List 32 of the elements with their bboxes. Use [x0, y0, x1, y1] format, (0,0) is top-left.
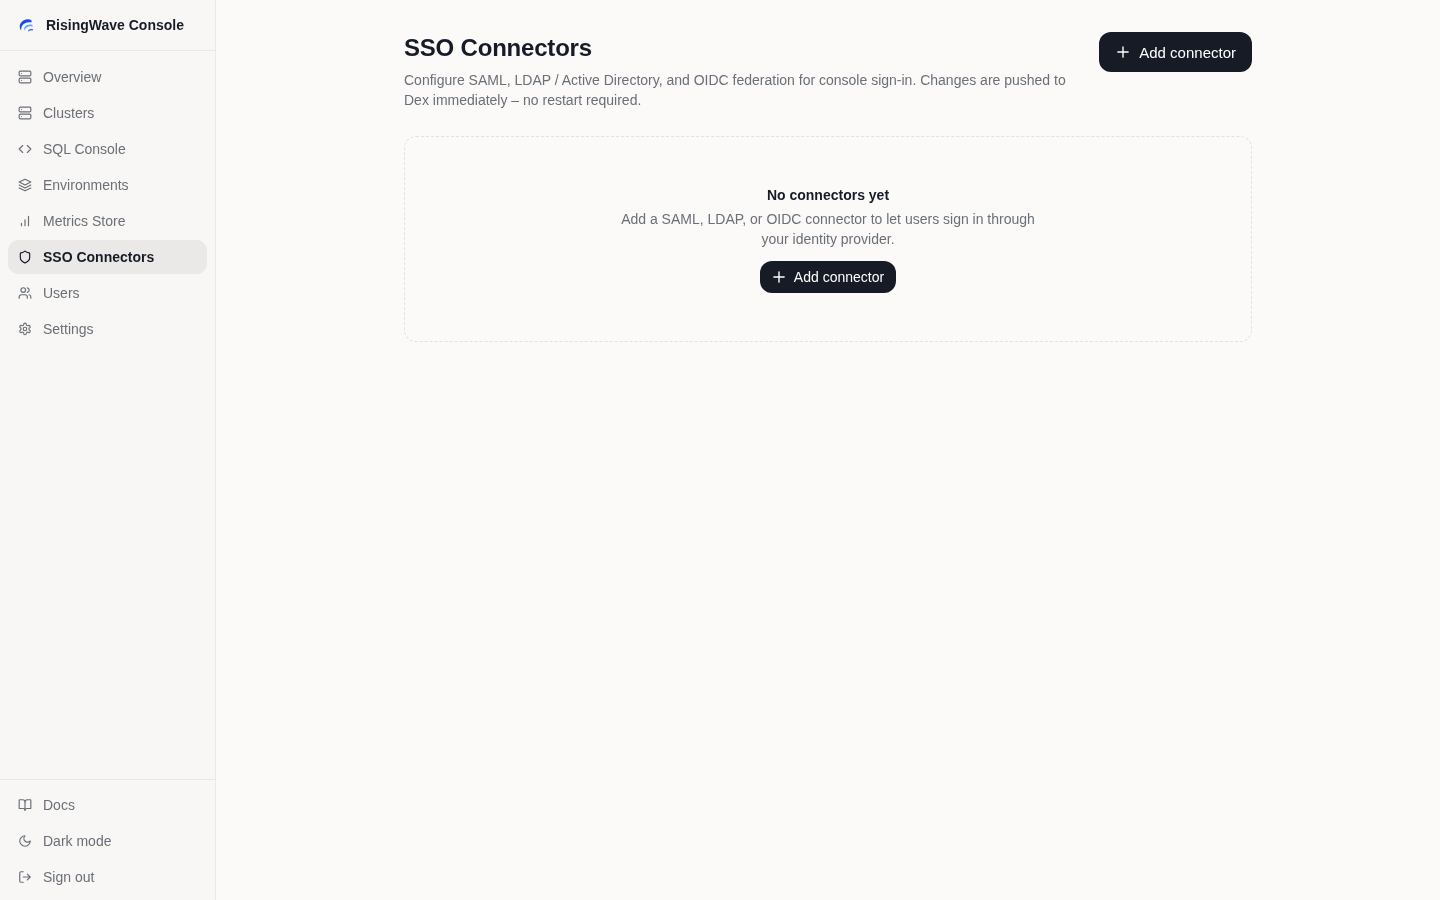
nav-item[interactable]: Environments	[8, 168, 207, 202]
nav-item[interactable]: SQL Console	[8, 132, 207, 166]
empty-state-text: Add a SAML, LDAP, or OIDC connector to let users sign in through your identity provider.	[620, 210, 1036, 249]
sign-out-icon	[18, 870, 32, 884]
settings-icon	[18, 322, 32, 336]
sidebar-link[interactable]: Dark mode	[8, 824, 207, 858]
server-icon	[18, 70, 32, 84]
nav-item[interactable]: Users	[8, 276, 207, 310]
empty-state-title: No connectors yet	[766, 186, 890, 205]
add-connector-button[interactable]: Add connector	[759, 261, 897, 293]
nav-item[interactable]: Metrics Store	[8, 204, 207, 238]
users-icon	[18, 286, 32, 300]
wave-logo-icon	[18, 18, 34, 32]
shield-icon	[18, 250, 32, 264]
plus-icon	[1117, 46, 1130, 58]
server-icon	[18, 106, 32, 120]
page-title: SSO Connectors	[404, 33, 593, 63]
nav-item[interactable]: SSO Connectors	[8, 240, 207, 274]
sidebar-link[interactable]: Sign out	[8, 860, 207, 894]
app-title: RisingWave Console	[46, 17, 184, 33]
sidebar-link[interactable]: Docs	[8, 788, 207, 822]
nav-item[interactable]: Overview	[8, 60, 207, 94]
page-description: Configure SAML, LDAP / Active Directory, and OIDC federation for console sign-in. Changes are pushed to Dex immediately – no restart required.	[404, 71, 1067, 110]
code-icon	[18, 142, 32, 156]
bar-chart-icon	[18, 214, 32, 228]
layers-icon	[18, 178, 32, 192]
add-connector-button[interactable]: Add connector	[1099, 32, 1252, 72]
nav-item[interactable]: Settings	[8, 312, 207, 346]
nav-item[interactable]: Clusters	[8, 96, 207, 130]
moon-icon	[18, 834, 32, 848]
book-icon	[18, 798, 32, 812]
plus-icon	[772, 271, 785, 283]
